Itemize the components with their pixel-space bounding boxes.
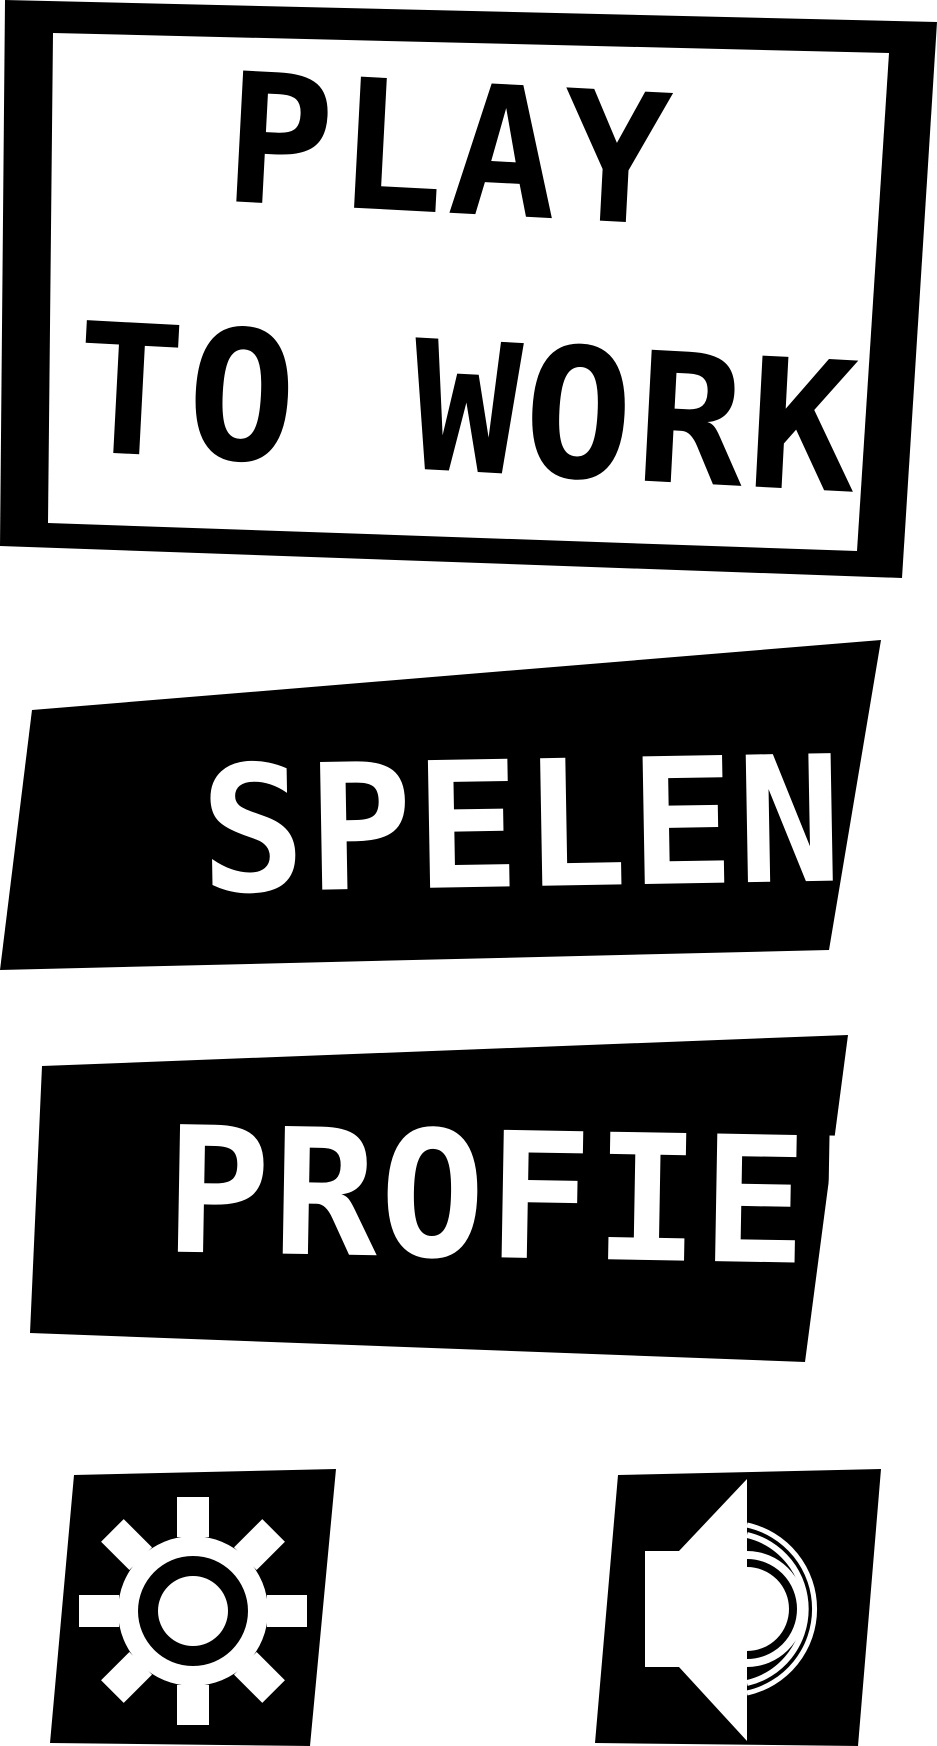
profile-button[interactable]: PROFIEL [30, 1030, 919, 1365]
sound-button[interactable] [595, 1465, 885, 1746]
speaker-icon [595, 1469, 881, 1746]
game-title-line-1: PLAY [219, 35, 680, 268]
profile-button-label: PROFIEL [163, 1090, 919, 1307]
settings-button[interactable] [50, 1465, 340, 1746]
main-menu-screen: PLAY TO WORK SPELEN PROFIEL [0, 0, 937, 1746]
gear-icon [50, 1469, 336, 1746]
game-title-frame: PLAY TO WORK [0, 0, 937, 580]
game-title-line-2: TO WORK [69, 285, 867, 535]
play-button-label: SPELEN [198, 719, 846, 934]
play-button[interactable]: SPELEN [0, 640, 885, 975]
